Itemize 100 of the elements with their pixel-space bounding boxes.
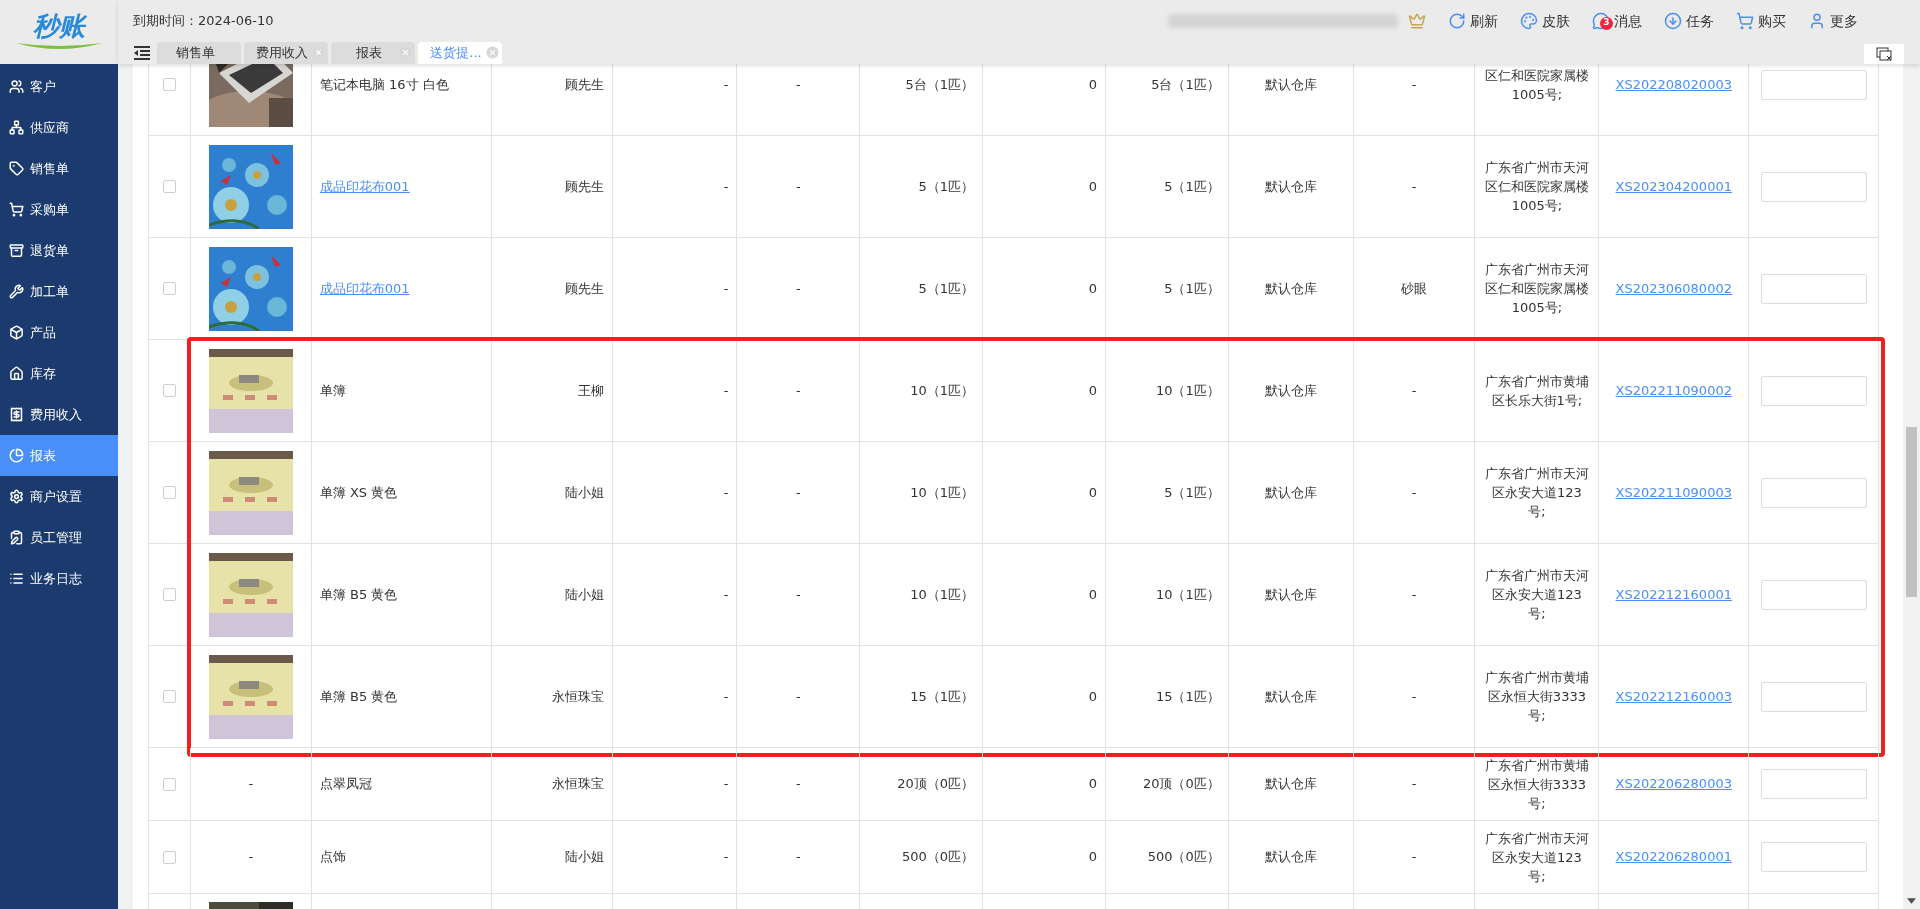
table-cell-text: - bbox=[723, 687, 729, 706]
table-cell-text: 默认仓库 bbox=[1264, 75, 1317, 94]
row-checkbox[interactable] bbox=[163, 777, 176, 791]
box-icon bbox=[9, 325, 24, 340]
input-field[interactable] bbox=[1760, 69, 1867, 100]
table-cell-text: 陆小姐 bbox=[565, 585, 605, 604]
tab[interactable]: 销售单 bbox=[157, 42, 241, 64]
table-cell-text: 5（1匹） bbox=[918, 279, 975, 298]
row-checkbox[interactable] bbox=[163, 282, 176, 295]
row-checkbox[interactable] bbox=[163, 690, 176, 703]
table-cell-text: 王柳 bbox=[578, 381, 605, 400]
table-cell-text: - bbox=[795, 848, 801, 867]
toolbar-button[interactable]: 刷新 bbox=[1448, 10, 1498, 32]
toolbar-button[interactable]: 皮肤 bbox=[1520, 10, 1570, 32]
table-cell-text: 0 bbox=[1088, 585, 1097, 604]
crown-icon bbox=[1408, 12, 1426, 30]
table-cell-text: 500（0匹） bbox=[1147, 848, 1220, 867]
settings-icon bbox=[9, 489, 24, 504]
close-tabs-icon[interactable] bbox=[1864, 44, 1904, 64]
table-cell-text: 10（1匹） bbox=[910, 483, 975, 502]
table-cell-text: 15（1匹） bbox=[1155, 687, 1220, 706]
table-cell-text: 5（1匹） bbox=[1164, 279, 1220, 298]
toolbar-button[interactable]: 更多 bbox=[1808, 10, 1858, 32]
row-checkbox[interactable] bbox=[163, 850, 176, 864]
table-cell-text: 顾先生 bbox=[565, 177, 605, 196]
table-cell-text: 广东省广州市黄埔区永恒大街3333号; bbox=[1483, 756, 1590, 813]
toolbar-button[interactable]: 3 消息 bbox=[1592, 10, 1642, 32]
scrollbar-thumb[interactable] bbox=[1906, 427, 1917, 597]
table-cell-text: 广东省广州市天河区永安大道123号; bbox=[1483, 567, 1590, 623]
house-icon bbox=[9, 366, 24, 381]
table-cell-text: 10（1匹） bbox=[1155, 381, 1220, 400]
table-cell-text: 广东省广州市天河区仁和医院家属楼1005号; bbox=[1483, 159, 1590, 215]
table-cell-text: - bbox=[795, 483, 801, 502]
input-field[interactable] bbox=[1760, 681, 1867, 712]
table-cell-text: 5（1匹） bbox=[1164, 177, 1220, 196]
table-cell-text: 广东省广州市天河区仁和医院家属楼1005号; bbox=[1483, 261, 1590, 317]
table-cell-text: - bbox=[795, 775, 801, 794]
sidebar-item[interactable]: 业务日志 bbox=[0, 558, 118, 599]
table-cell-text: - bbox=[723, 848, 729, 867]
sidebar-item[interactable]: 采购单 bbox=[0, 189, 118, 230]
tab[interactable]: 费用收入 bbox=[244, 42, 328, 64]
table-cell-text: 默认仓库 bbox=[1264, 279, 1317, 298]
row-checkbox[interactable] bbox=[163, 384, 176, 397]
sidebar-item[interactable]: 库存 bbox=[0, 353, 118, 394]
input-field[interactable] bbox=[1760, 579, 1867, 610]
table-cell-text: - bbox=[1411, 483, 1417, 502]
sidebar-item[interactable]: 员工管理 bbox=[0, 517, 118, 558]
table-cell-text: 0 bbox=[1088, 687, 1097, 706]
toolbar-button[interactable]: 购买 bbox=[1736, 10, 1786, 32]
table-cell-text: 默认仓库 bbox=[1264, 177, 1317, 196]
sidebar-item[interactable]: 供应商 bbox=[0, 107, 118, 148]
clipboard-icon bbox=[9, 530, 24, 545]
sidebar-item[interactable]: 费用收入 bbox=[0, 394, 118, 435]
table-cell-text: - bbox=[795, 585, 801, 604]
table-cell-text: - bbox=[795, 279, 801, 298]
row-checkbox[interactable] bbox=[163, 180, 176, 193]
tab[interactable]: 报表 bbox=[331, 42, 415, 64]
table-cell-text: 0 bbox=[1088, 483, 1097, 502]
input-field[interactable] bbox=[1760, 842, 1867, 872]
palette-icon bbox=[1520, 12, 1538, 30]
row-checkbox[interactable] bbox=[163, 486, 176, 499]
input-field[interactable] bbox=[1760, 769, 1867, 799]
table-cell-text: 500（0匹） bbox=[901, 848, 975, 867]
table-cell-text: - bbox=[723, 585, 729, 604]
input-field[interactable] bbox=[1760, 273, 1867, 304]
sidebar-item[interactable]: 商户设置 bbox=[0, 476, 118, 517]
input-field[interactable] bbox=[1760, 375, 1867, 406]
sidebar-item[interactable]: 客户 bbox=[0, 66, 118, 107]
row-checkbox[interactable] bbox=[163, 78, 176, 91]
table-cell-text: 区仁和医院家属楼1005号; bbox=[1483, 66, 1590, 104]
pie-chart-icon bbox=[9, 448, 24, 463]
input-field[interactable] bbox=[1760, 171, 1867, 202]
table-cell-text: 陆小姐 bbox=[565, 848, 605, 867]
table-cell-text: - bbox=[1411, 848, 1417, 867]
table-cell-text: 0 bbox=[1088, 279, 1097, 298]
table-cell-text: 0 bbox=[1088, 177, 1097, 196]
menu-fold-icon[interactable] bbox=[133, 45, 151, 61]
table-cell-text: - bbox=[1411, 687, 1417, 706]
table-cell-text: 点翠凤冠 bbox=[319, 775, 372, 794]
sidebar-item[interactable]: 产品 bbox=[0, 312, 118, 353]
sidebar-item[interactable]: 加工单 bbox=[0, 271, 118, 312]
toolbar-button[interactable]: 任务 bbox=[1664, 10, 1714, 32]
close-icon[interactable] bbox=[486, 46, 499, 59]
sidebar-item[interactable]: 退货单 bbox=[0, 230, 118, 271]
table-cell-text: 顾先生 bbox=[565, 75, 605, 94]
scroll-down-icon[interactable] bbox=[1907, 898, 1916, 904]
table-cell-text: - bbox=[795, 381, 801, 400]
input-field[interactable] bbox=[1760, 477, 1867, 508]
cart-icon bbox=[1736, 12, 1754, 30]
list-icon bbox=[9, 571, 24, 586]
sidebar-item[interactable]: 销售单 bbox=[0, 148, 118, 189]
table-cell-text: 10（1匹） bbox=[1155, 585, 1220, 604]
table-cell-text: 0 bbox=[1088, 381, 1097, 400]
download-icon bbox=[1664, 12, 1682, 30]
table-cell-text: - bbox=[248, 848, 254, 867]
row-checkbox[interactable] bbox=[163, 588, 176, 601]
table-cell-text: 0 bbox=[1088, 848, 1097, 867]
cart-icon bbox=[9, 202, 24, 217]
table-cell-text: - bbox=[1411, 381, 1417, 400]
tag-icon bbox=[9, 161, 24, 176]
